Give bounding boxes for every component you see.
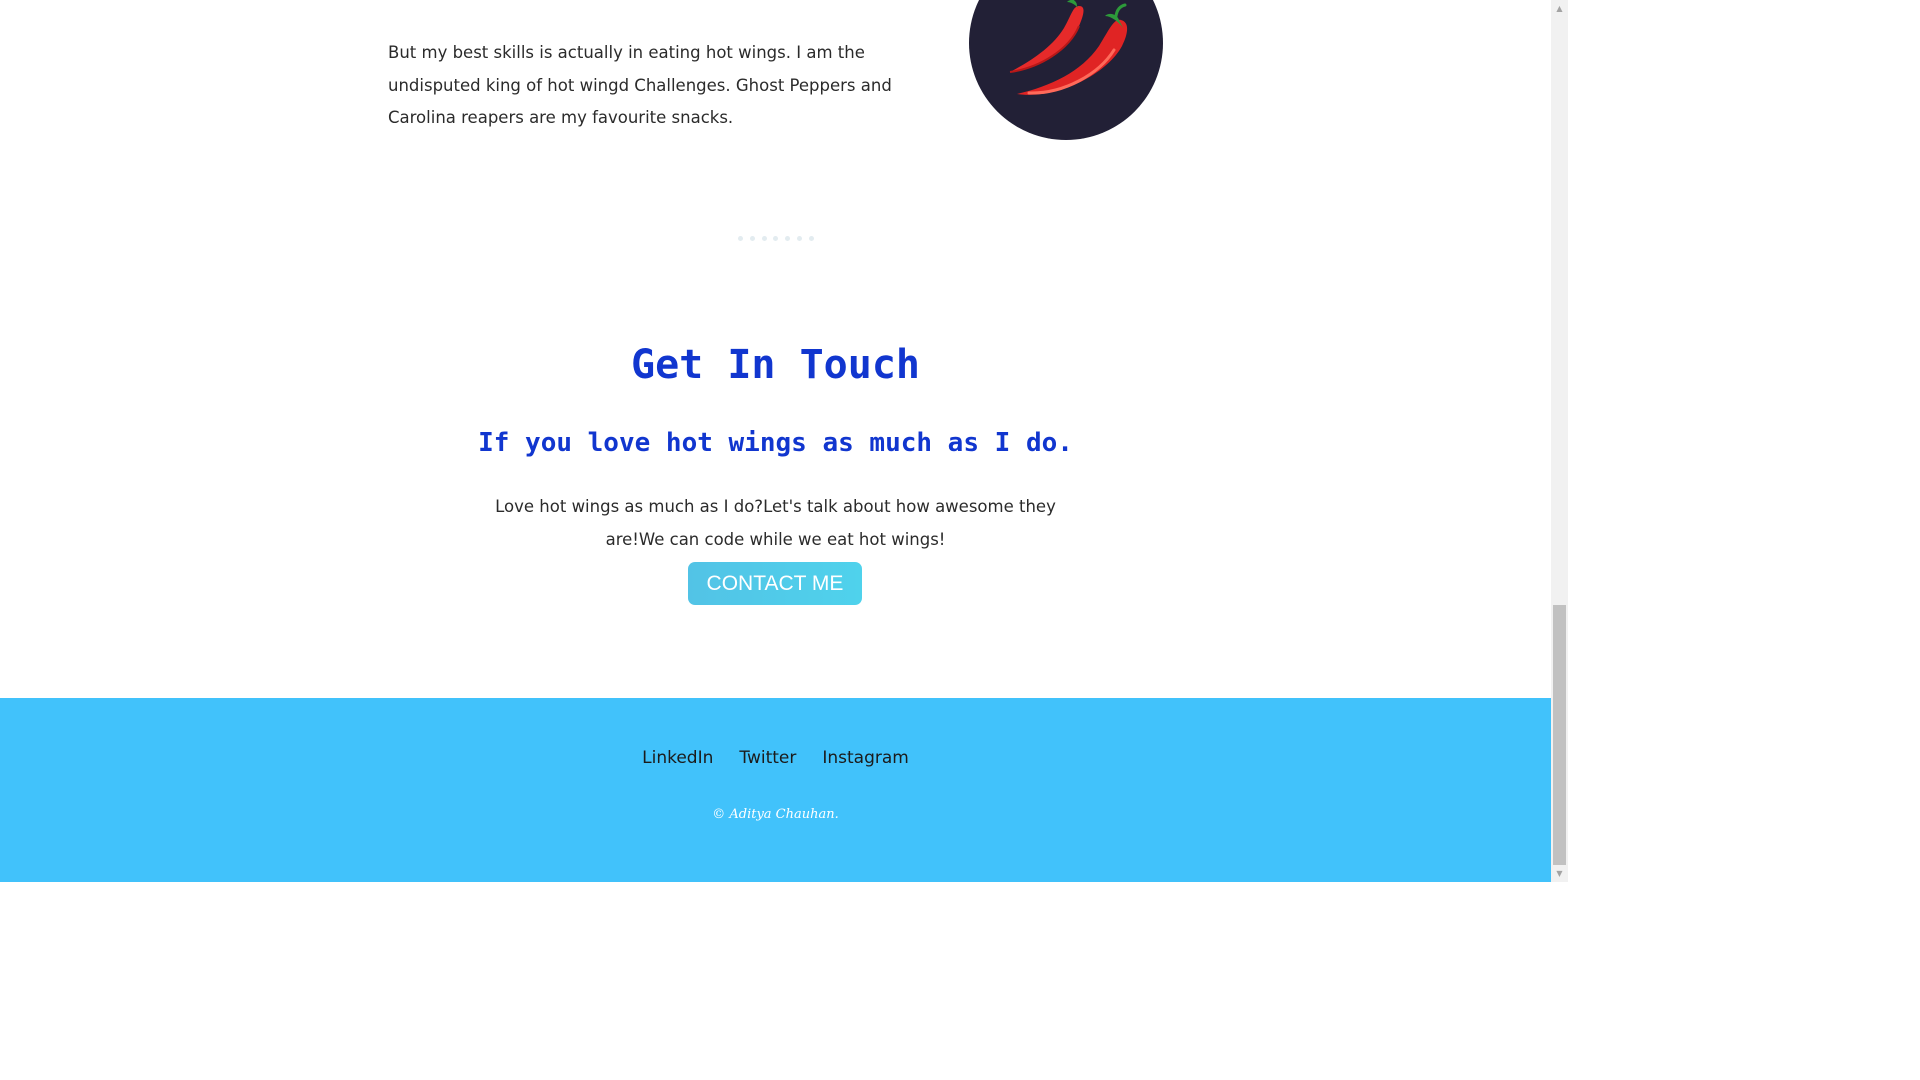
footer-social-links: LinkedIn Twitter Instagram — [0, 748, 1551, 768]
scrollbar-thumb[interactable] — [1553, 605, 1566, 865]
contact-subtitle: If you love hot wings as much as I do. — [478, 428, 1073, 458]
skills-paragraph: But my best skills is actually in eating… — [388, 43, 892, 127]
divider-dot — [761, 236, 767, 241]
divider-dot — [749, 236, 755, 241]
vertical-scrollbar[interactable]: ▲ ▼ — [1551, 0, 1568, 882]
divider-dot — [797, 236, 803, 241]
footer — [0, 698, 1551, 882]
section-divider-dots — [738, 236, 814, 242]
chili-peppers-icon — [1009, 0, 1128, 95]
footer-link-instagram[interactable]: Instagram — [822, 748, 909, 768]
footer-link-linkedin[interactable]: LinkedIn — [642, 748, 713, 768]
scroll-down-arrow-icon[interactable]: ▼ — [1551, 865, 1568, 882]
copyright-text: © Aditya Chauhan. — [712, 807, 839, 822]
contact-me-button[interactable]: CONTACT ME — [688, 562, 862, 605]
contact-title: Get In Touch — [631, 342, 920, 388]
scroll-up-arrow-icon[interactable]: ▲ — [1551, 0, 1568, 17]
divider-dot — [785, 236, 791, 241]
page: But my best skills is actually in eating… — [0, 0, 1551, 882]
chili-peppers-image — [969, 0, 1163, 140]
divider-dot — [738, 236, 743, 241]
divider-dot — [808, 236, 814, 241]
contact-description: Love hot wings as much as I do?Let's tal… — [495, 497, 1056, 549]
divider-dot — [773, 236, 779, 241]
footer-link-twitter[interactable]: Twitter — [739, 748, 796, 768]
